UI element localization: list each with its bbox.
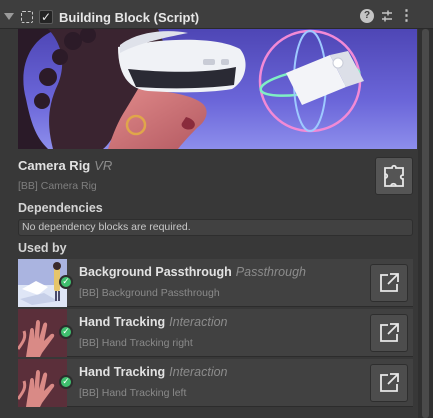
used-by-heading: Used by [18, 241, 67, 255]
sliders-icon[interactable] [380, 9, 394, 23]
dependencies-heading: Dependencies [18, 201, 103, 215]
script-icon [21, 11, 33, 23]
external-link-icon [371, 323, 407, 354]
check-circle-icon: ✓ [59, 375, 73, 389]
used-by-item-id: [BB] Background Passthrough [79, 287, 220, 299]
help-icon[interactable]: ? [360, 9, 374, 23]
used-by-item[interactable]: ✓ Hand Tracking Interaction [BB] Hand Tra… [18, 309, 413, 357]
puzzle-icon [376, 164, 412, 197]
open-block-button[interactable] [370, 264, 408, 302]
used-by-item-label: Background Passthrough [79, 265, 232, 279]
used-by-item[interactable]: ✓ Background Passthrough Passthrough [BB]… [18, 259, 413, 307]
block-name-label: Camera Rig [18, 158, 91, 173]
kebab-menu-icon[interactable]: ⋮ [399, 8, 414, 23]
used-by-item-name: Hand Tracking Interaction [79, 315, 228, 329]
used-by-item[interactable]: ✓ Hand Tracking Interaction [BB] Hand Tra… [18, 359, 413, 407]
component-header[interactable]: ✓ Building Block (Script) ? ⋮ [0, 0, 433, 29]
used-by-item-label: Hand Tracking [79, 315, 166, 329]
used-by-item-id: [BB] Hand Tracking right [79, 337, 193, 349]
block-name: Camera Rig VR [18, 158, 112, 173]
triangle-down-icon[interactable] [4, 13, 14, 20]
component-title: Building Block (Script) [59, 10, 200, 25]
check-circle-icon: ✓ [59, 275, 73, 289]
inspector-scrollbar[interactable] [418, 29, 433, 418]
used-by-item-id: [BB] Hand Tracking left [79, 387, 187, 399]
add-block-button[interactable] [375, 157, 413, 195]
scrollbar-thumb[interactable] [422, 29, 429, 418]
open-block-button[interactable] [370, 314, 408, 352]
used-by-item-name: Background Passthrough Passthrough [79, 265, 306, 279]
block-id: [BB] Camera Rig [18, 180, 97, 192]
used-by-item-tag: Passthrough [235, 265, 306, 279]
external-link-icon [371, 373, 407, 404]
open-block-button[interactable] [370, 364, 408, 402]
dependencies-message: No dependency blocks are required. [18, 219, 413, 236]
enabled-checkbox[interactable]: ✓ [39, 10, 53, 24]
block-banner-image [18, 29, 417, 149]
block-tag: VR [94, 158, 113, 173]
used-by-item-name: Hand Tracking Interaction [79, 365, 228, 379]
used-by-item-label: Hand Tracking [79, 365, 166, 379]
external-link-icon [371, 273, 407, 304]
check-circle-icon: ✓ [59, 325, 73, 339]
used-by-item-tag: Interaction [169, 315, 228, 329]
used-by-item-tag: Interaction [169, 365, 228, 379]
